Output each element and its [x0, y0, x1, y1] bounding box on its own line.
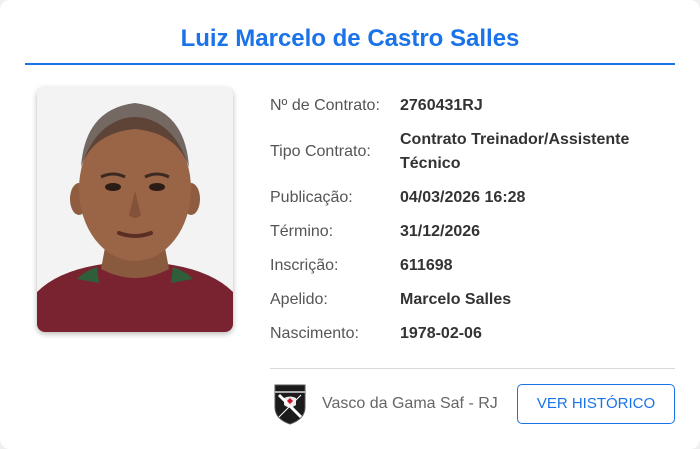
- contract-card: Luiz Marcelo de Castro Salles Nº de Cont…: [0, 0, 700, 449]
- field-label: Nascimento:: [270, 325, 359, 342]
- field-label: Apelido:: [270, 291, 328, 308]
- field-value: 31/12/2026: [400, 223, 481, 240]
- page-title: Luiz Marcelo de Castro Salles: [180, 25, 520, 52]
- club-name: Vasco da Gama Saf - RJ: [322, 395, 498, 412]
- field-value: 1978-02-06: [400, 325, 482, 342]
- field-label: Nº de Contrato:: [270, 97, 380, 114]
- profile-photo: [37, 87, 233, 332]
- field-label: Tipo Contrato:: [270, 143, 371, 160]
- field-value: 04/03/2026 16:28: [400, 189, 526, 206]
- field-label: Inscrição:: [270, 257, 339, 274]
- field-value: 2760431RJ: [400, 97, 483, 114]
- vasco-crest-icon: [274, 384, 306, 425]
- view-history-button[interactable]: VER HISTÓRICO: [517, 384, 675, 424]
- person-portrait-icon: [37, 87, 233, 332]
- field-label: Publicação:: [270, 189, 353, 206]
- field-value: Marcelo Salles: [400, 291, 512, 308]
- field-value: Contrato Treinador/Assistente Técnico: [400, 131, 630, 172]
- section-divider: [270, 368, 675, 369]
- title-divider: [25, 63, 675, 65]
- field-label: Término:: [270, 223, 334, 240]
- field-value: 611698: [400, 257, 453, 274]
